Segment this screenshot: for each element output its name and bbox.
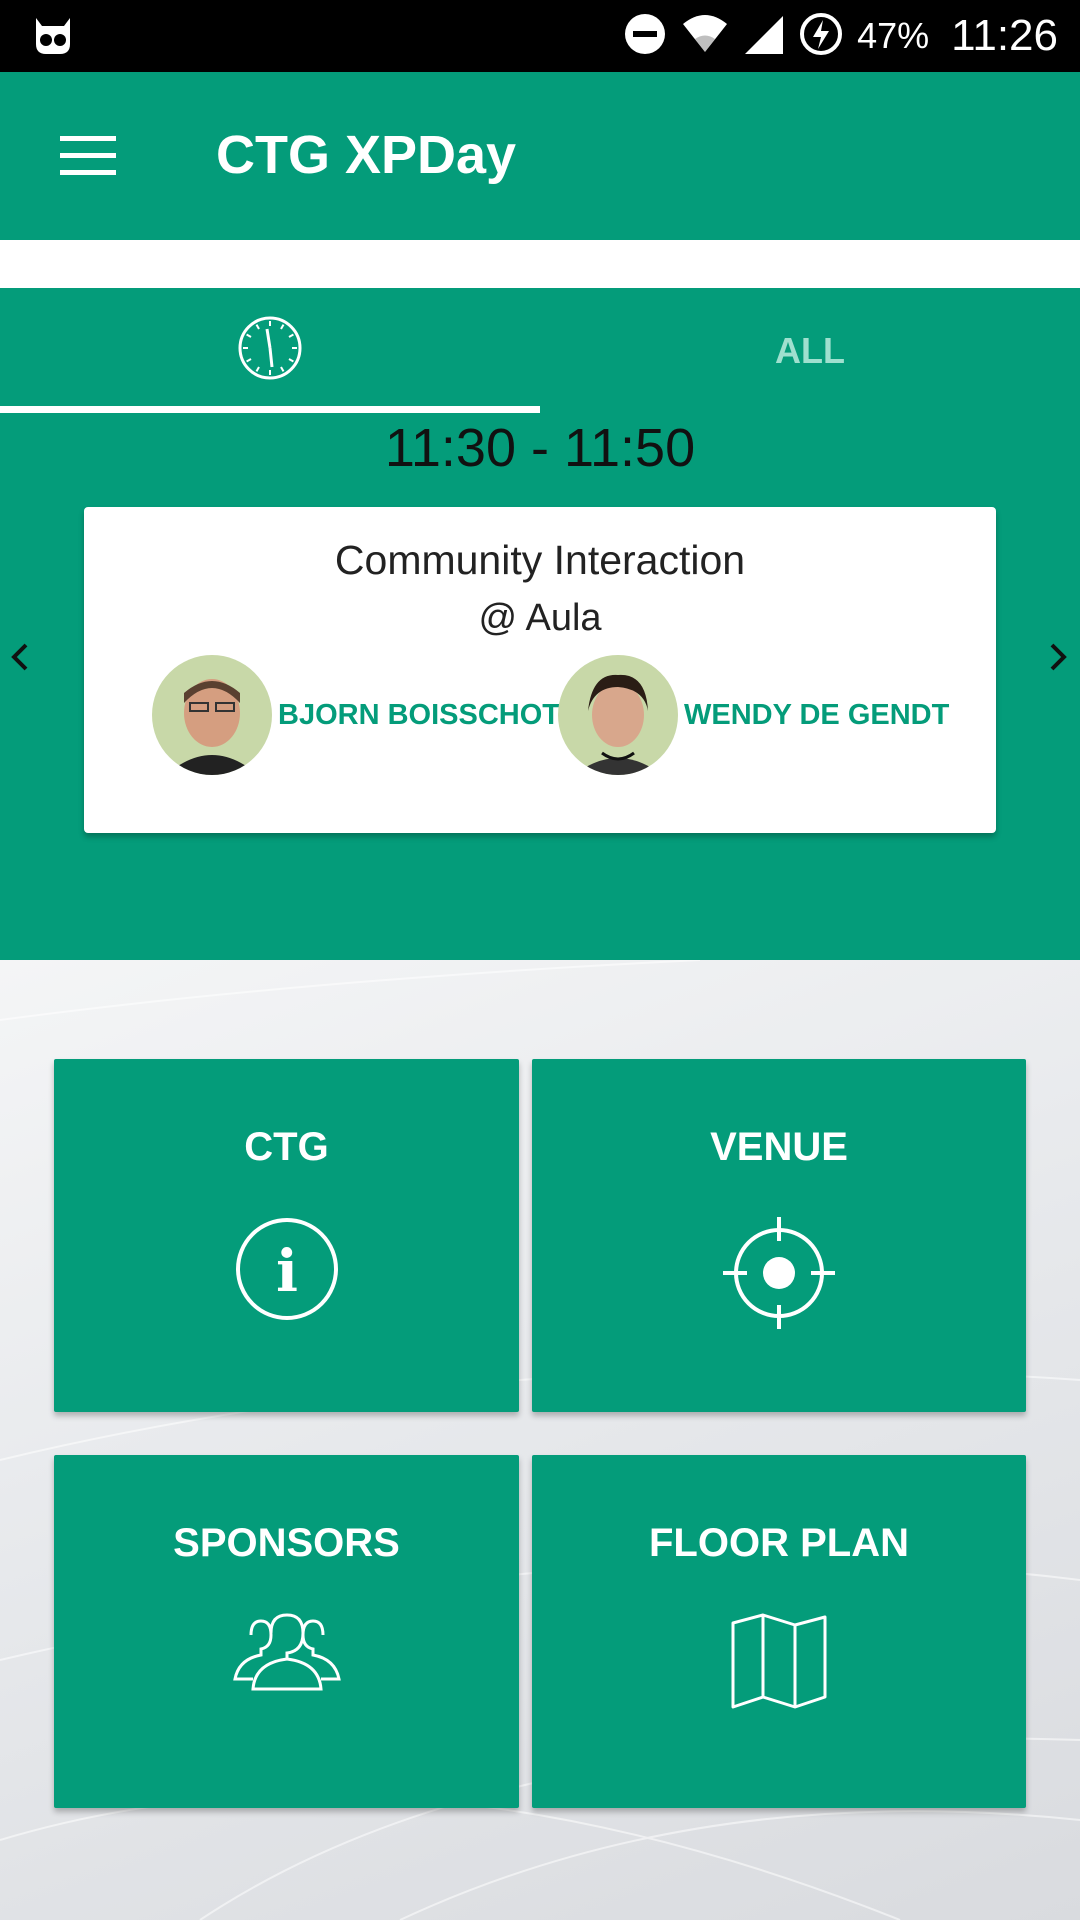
status-bar: 47% 11:26 [0, 0, 1080, 72]
clock-icon [237, 315, 303, 386]
hamburger-menu-icon[interactable] [60, 122, 132, 190]
people-group-icon [231, 1613, 343, 1698]
speaker-item[interactable]: BJORN BOISSCHOT [152, 655, 560, 775]
tab-now[interactable] [0, 288, 540, 413]
location-target-icon [723, 1217, 835, 1334]
tile-label: VENUE [710, 1125, 848, 1169]
session-room: @ Aula [478, 597, 602, 639]
now-panel: 11:30 - 11:50 Community Interaction @ Au… [0, 413, 1080, 960]
tab-indicator [0, 406, 540, 413]
app-title: CTG XPDay [216, 125, 517, 185]
speaker-item[interactable]: WENDY DE GENDT [558, 655, 949, 775]
tile-floor-plan[interactable]: FLOOR PLAN [532, 1455, 1026, 1808]
map-icon [729, 1613, 829, 1714]
tile-label: CTG [244, 1125, 329, 1169]
app-bar: CTG XPDay [0, 72, 1080, 240]
tab-bar: ALL [0, 288, 1080, 417]
previous-session-arrow-icon[interactable] [0, 635, 44, 679]
do-not-disturb-icon [623, 12, 667, 61]
status-clock: 11:26 [951, 11, 1058, 60]
info-icon: i [235, 1217, 339, 1326]
battery-percent: 47% [857, 15, 930, 56]
svg-text:i: i [275, 1237, 297, 1305]
speaker-name: WENDY DE GENDT [684, 698, 950, 731]
time-slot: 11:30 - 11:50 [384, 418, 696, 478]
tile-label: SPONSORS [173, 1521, 400, 1565]
battery-charging-icon [799, 12, 843, 61]
avatar [152, 655, 272, 775]
status-icons: 47% 11:26 [623, 0, 1058, 72]
session-card[interactable]: Community Interaction @ Aula BJORN BOISS… [84, 507, 996, 833]
app-notification-icon [30, 14, 76, 58]
spacer [0, 240, 1080, 288]
speaker-name: BJORN BOISSCHOT [278, 698, 560, 731]
tile-sponsors[interactable]: SPONSORS [54, 1455, 519, 1808]
next-session-arrow-icon[interactable] [1034, 635, 1078, 679]
menu-grid: CTG i VENUE SPONSORS FLOOR PLAN [0, 960, 1080, 1920]
tab-all[interactable]: ALL [540, 288, 1080, 413]
tile-ctg[interactable]: CTG i [54, 1059, 519, 1412]
tile-venue[interactable]: VENUE [532, 1059, 1026, 1412]
session-title: Community Interaction [334, 537, 746, 583]
tile-label: FLOOR PLAN [649, 1521, 909, 1565]
cell-signal-icon [743, 12, 785, 61]
avatar [558, 655, 678, 775]
wifi-icon [681, 12, 729, 61]
